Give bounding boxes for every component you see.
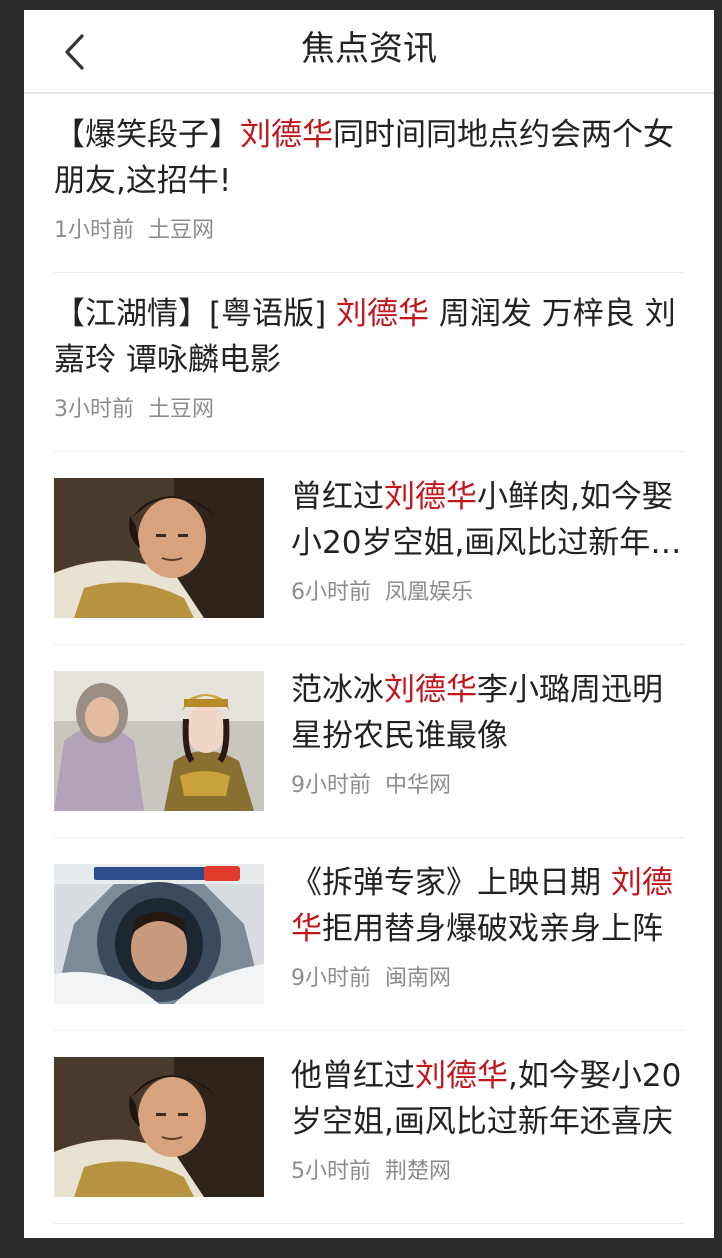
news-meta: 6小时前 凤凰娱乐 — [291, 578, 473, 608]
phone-screen: 焦点资讯 【爆笑段子】刘德华同时间同地点约会两个女朋友,这招牛! 1小时前 土豆网… — [24, 10, 714, 1238]
news-meta: 3小时前 土豆网 — [54, 395, 214, 425]
title-highlight: 刘德华 — [240, 117, 333, 153]
news-title[interactable]: 曾红过刘德华小鲜肉,如今娶小20岁空姐,画风比过新年还喜庆 — [291, 474, 687, 566]
title-text: 《拆弹专家》上映日期 — [291, 865, 611, 901]
news-title[interactable]: 【爆笑段子】刘德华同时间同地点约会两个女朋友,这招牛! — [54, 112, 684, 204]
news-meta: 9小时前 闽南网 — [291, 964, 451, 994]
news-title[interactable]: 《拆弹专家》上映日期 刘德华拒用替身爆破戏亲身上阵 — [291, 860, 687, 952]
title-highlight: 刘德华 — [384, 479, 477, 515]
actor-in-costume-thumbnail[interactable] — [54, 478, 264, 618]
title-highlight: 刘德华 — [384, 672, 477, 708]
news-title[interactable]: 【江湖情】[粤语版] 刘德华 周润发 万梓良 刘嘉玲 谭咏麟电影 — [54, 291, 684, 383]
title-text: 【江湖情】[粤语版] — [54, 296, 337, 332]
news-meta: 1小时前 土豆网 — [54, 216, 214, 246]
actresses-costume-thumbnail[interactable] — [54, 671, 264, 811]
title-text: 拒用替身爆破戏亲身上阵 — [322, 911, 663, 947]
news-time: 5小时前 — [291, 1159, 371, 1184]
news-time: 6小时前 — [291, 580, 371, 605]
actor-in-costume-thumbnail[interactable] — [54, 1057, 264, 1197]
news-item[interactable]: 【爆笑段子】刘德华同时间同地点约会两个女朋友,这招牛! 1小时前 土豆网 — [54, 94, 684, 273]
news-item[interactable]: 曾红过刘德华小鲜肉,如今娶小20岁空姐,画风比过新年还喜庆 6小时前凤凰娱乐 — [54, 452, 684, 645]
title-highlight: 刘德华 — [336, 296, 430, 332]
news-title[interactable]: 范冰冰刘德华李小璐周迅明星扮农民谁最像 — [291, 667, 687, 759]
news-list: 【爆笑段子】刘德华同时间同地点约会两个女朋友,这招牛! 1小时前 土豆网 【江湖情… — [54, 94, 684, 1224]
news-source: 土豆网 — [148, 397, 215, 422]
news-time: 9小时前 — [291, 966, 371, 991]
title-text: 范冰冰 — [291, 672, 384, 708]
news-meta: 9小时前 中华网 — [291, 771, 451, 801]
news-meta: 5小时前 荆楚网 — [291, 1157, 451, 1187]
page-title: 焦点资讯 — [301, 29, 437, 69]
title-highlight: 刘德华 — [415, 1058, 508, 1094]
news-item[interactable]: 他曾红过刘德华,如今娶小20岁空姐,画风比过新年还喜庆 5小时前 荆楚网 — [54, 1031, 684, 1224]
news-item[interactable]: 范冰冰刘德华李小璐周迅明星扮农民谁最像 9小时前 中华网 — [54, 645, 684, 838]
news-source: 闽南网 — [385, 966, 452, 991]
title-text: 他曾红过 — [291, 1058, 415, 1094]
news-item[interactable]: 《拆弹专家》上映日期 刘德华拒用替身爆破戏亲身上阵 9小时前 闽南网 — [54, 838, 684, 1031]
top-navigation-bar: 焦点资讯 — [24, 10, 714, 94]
title-text: 曾红过 — [291, 479, 384, 515]
news-source: 土豆网 — [148, 218, 215, 243]
news-time: 3小时前 — [54, 397, 134, 422]
news-time: 9小时前 — [291, 773, 371, 798]
news-source: 荆楚网 — [385, 1159, 452, 1184]
news-source: 中华网 — [385, 773, 452, 798]
news-source: 凤凰娱乐 — [385, 580, 474, 605]
news-title[interactable]: 他曾红过刘德华,如今娶小20岁空姐,画风比过新年还喜庆 — [291, 1053, 687, 1145]
news-time: 1小时前 — [54, 218, 134, 243]
movie-poster-thumbnail[interactable] — [54, 864, 264, 1004]
title-text: 【爆笑段子】 — [54, 117, 240, 153]
news-item[interactable]: 【江湖情】[粤语版] 刘德华 周润发 万梓良 刘嘉玲 谭咏麟电影 3小时前 土豆网 — [54, 273, 684, 452]
